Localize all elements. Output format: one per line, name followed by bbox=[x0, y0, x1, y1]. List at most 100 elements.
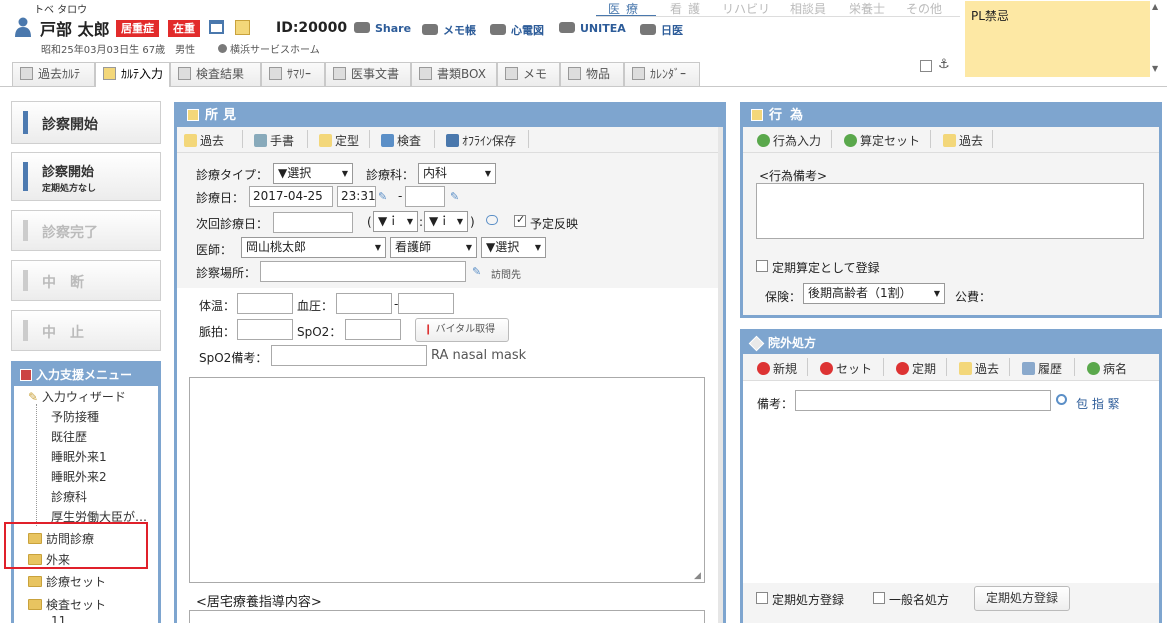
memo-link[interactable]: メモ帳 bbox=[422, 22, 476, 38]
exam-date-input[interactable]: 2017-04-25 bbox=[249, 186, 333, 207]
spo2-input[interactable] bbox=[345, 319, 401, 340]
tree-item-history[interactable]: 既往歴 bbox=[51, 428, 87, 445]
next-date-input[interactable] bbox=[273, 212, 353, 233]
rx-past-button[interactable]: 過去 bbox=[959, 360, 999, 377]
offline-save-button[interactable]: ｵﾌﾗｲﾝ保存 bbox=[446, 132, 516, 149]
scroll-down-icon[interactable]: ▼ bbox=[1152, 64, 1158, 73]
dept-tab-medical[interactable]: 医療 bbox=[608, 0, 644, 17]
visit-edit-icon[interactable]: ✎ bbox=[472, 265, 488, 278]
temp-input[interactable] bbox=[237, 293, 293, 314]
staff-select[interactable]: ▼選択 bbox=[481, 237, 546, 258]
exam-type-select[interactable]: ▼選択 bbox=[273, 163, 353, 184]
dept-tab-counselor[interactable]: 相談員 bbox=[790, 0, 826, 17]
nichii-link[interactable]: 日医 bbox=[640, 22, 683, 38]
visit-link[interactable]: 訪問先 bbox=[491, 266, 521, 281]
temp-label: 体温： bbox=[199, 299, 236, 313]
generic-rx-checkbox[interactable] bbox=[873, 592, 885, 604]
dept-tab-nutrition[interactable]: 栄養士 bbox=[849, 0, 885, 17]
pulse-input[interactable] bbox=[237, 319, 293, 340]
tab-document-box[interactable]: 書類BOX bbox=[411, 62, 497, 86]
end-time-edit-icon[interactable]: ✎ bbox=[450, 190, 466, 203]
resize-handle-icon[interactable]: ◢ bbox=[694, 571, 701, 581]
rx-new-button[interactable]: 新規 bbox=[757, 360, 797, 377]
calendar-tab-icon bbox=[632, 67, 645, 80]
bp-high-input[interactable] bbox=[336, 293, 392, 314]
test-button[interactable]: 検査 bbox=[381, 132, 421, 149]
tab-past-karte[interactable]: 過去ｶﾙﾃ bbox=[12, 62, 95, 86]
dept-tab-nursing[interactable]: 看護 bbox=[670, 0, 706, 17]
start-exam-button[interactable]: 診察開始 bbox=[11, 101, 161, 144]
scroll-up-icon[interactable]: ▲ bbox=[1152, 2, 1158, 11]
bp-low-input[interactable] bbox=[398, 293, 454, 314]
template-button[interactable]: 定型 bbox=[319, 132, 359, 149]
action-input-button[interactable]: 行為入力 bbox=[757, 132, 821, 149]
dept-select[interactable]: 内科 bbox=[418, 163, 496, 184]
tab-test-results[interactable]: 検査結果 bbox=[170, 62, 261, 86]
past-button[interactable]: 過去 bbox=[184, 132, 224, 149]
tab-summary[interactable]: ｻﾏﾘｰ bbox=[261, 62, 325, 86]
tree-item-dept[interactable]: 診療科 bbox=[51, 488, 87, 505]
stop-button[interactable]: 中 止 bbox=[11, 310, 161, 351]
tree-item-vaccination[interactable]: 予防接種 bbox=[51, 408, 99, 425]
dept-tab-rehab[interactable]: リハビリ bbox=[722, 0, 770, 17]
periodic-rx-checkbox[interactable] bbox=[756, 592, 768, 604]
dept-tab-other[interactable]: その他 bbox=[906, 0, 942, 17]
time-dash: - bbox=[398, 189, 403, 203]
reflect-schedule-checkbox[interactable] bbox=[514, 213, 526, 227]
folder-test-set[interactable]: 検査セット bbox=[28, 596, 106, 613]
spo2-note-input[interactable] bbox=[271, 345, 427, 366]
exam-end-time-input[interactable] bbox=[405, 186, 445, 207]
tab-goods[interactable]: 物品 bbox=[560, 62, 624, 86]
tree-item-sleep2[interactable]: 睡眠外来2 bbox=[51, 468, 107, 485]
next-minute-select[interactable]: ▼ｉ bbox=[424, 211, 468, 232]
action-note-textarea[interactable] bbox=[756, 183, 1144, 239]
tab-calendar[interactable]: ｶﾚﾝﾀﾞｰ bbox=[624, 62, 700, 86]
complete-exam-button[interactable]: 診察完了 bbox=[11, 210, 161, 251]
start-exam-no-rx-button[interactable]: 診察開始 定期処方なし bbox=[11, 152, 161, 201]
unitea-link[interactable]: UNITEA bbox=[559, 22, 626, 35]
ecg-link[interactable]: 心電図 bbox=[490, 22, 544, 38]
time-edit-icon[interactable]: ✎ bbox=[378, 190, 394, 203]
tree-wizard[interactable]: ✎ 入力ウィザード bbox=[28, 388, 126, 405]
doctor-select[interactable]: 岡山桃太郎 bbox=[241, 237, 386, 258]
rx-history-button[interactable]: 履歴 bbox=[1022, 360, 1062, 377]
home-care-textarea[interactable] bbox=[189, 610, 705, 623]
edit-note-icon[interactable] bbox=[235, 20, 250, 35]
plus-circle-icon bbox=[844, 134, 857, 147]
periodic-rx-register-button[interactable]: 定期処方登録 bbox=[974, 586, 1070, 611]
findings-textarea[interactable] bbox=[189, 377, 705, 583]
place-input[interactable] bbox=[260, 261, 466, 282]
folder-exam-set[interactable]: 診療セット bbox=[28, 573, 106, 590]
rx-set-button[interactable]: セット bbox=[820, 360, 872, 377]
rx-disease-button[interactable]: 病名 bbox=[1087, 360, 1127, 377]
rx-note-input[interactable] bbox=[795, 390, 1051, 411]
insurance-select[interactable]: 後期高齢者（1割） bbox=[803, 283, 945, 304]
exam-time-input[interactable]: 23:31 bbox=[337, 186, 376, 207]
handwrite-button[interactable]: 手書 bbox=[254, 132, 294, 149]
next-hour-select[interactable]: ▼ｉ bbox=[373, 211, 418, 232]
calc-set-button[interactable]: 算定セット bbox=[844, 132, 920, 149]
vital-fetch-button[interactable]: ❙ バイタル取得 bbox=[415, 318, 509, 342]
rx-quick-links[interactable]: 包 指 緊 bbox=[1076, 395, 1120, 412]
interrupt-button[interactable]: 中 断 bbox=[11, 260, 161, 301]
pl-note[interactable]: PL禁忌 bbox=[965, 1, 1150, 77]
periodic-calc-checkbox[interactable] bbox=[756, 260, 768, 272]
window-icon[interactable] bbox=[209, 20, 224, 34]
medical-docs-icon bbox=[333, 67, 346, 80]
rx-periodic-button[interactable]: 定期 bbox=[896, 360, 936, 377]
actions-past-button[interactable]: 過去 bbox=[943, 132, 983, 149]
search-icon[interactable] bbox=[1056, 394, 1067, 405]
tree-item-sleep1[interactable]: 睡眠外来1 bbox=[51, 448, 107, 465]
nurse-select[interactable]: 看護師 bbox=[390, 237, 477, 258]
share-link[interactable]: Share bbox=[354, 22, 411, 35]
anchor-icon[interactable]: ⚓ bbox=[938, 57, 950, 72]
patient-name[interactable]: 戸部 太郎 bbox=[40, 16, 110, 40]
comment-icon[interactable] bbox=[486, 215, 498, 225]
tab-medical-docs[interactable]: 医事文書 bbox=[325, 62, 411, 86]
tab-memo[interactable]: メモ bbox=[497, 62, 560, 86]
header-checkbox[interactable] bbox=[920, 60, 932, 72]
past-icon bbox=[959, 362, 972, 375]
tag-home: 在重 bbox=[168, 20, 200, 37]
tree-sub-item[interactable]: 11 bbox=[51, 614, 66, 623]
tab-karte-input[interactable]: ｶﾙﾃ入力 bbox=[95, 62, 170, 87]
